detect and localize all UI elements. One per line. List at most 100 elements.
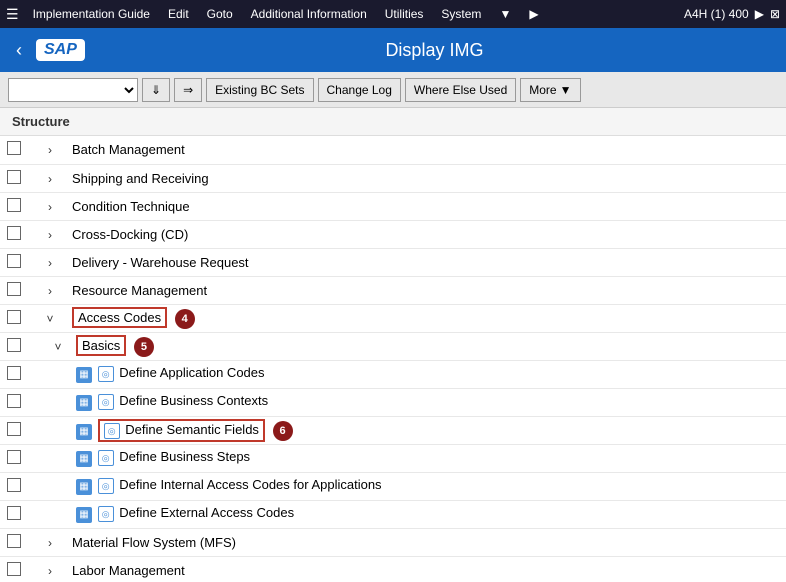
- row-checkbox[interactable]: [7, 506, 21, 520]
- table-row: › Cross-Docking (CD): [0, 220, 786, 248]
- expand-icon[interactable]: ›: [48, 143, 52, 157]
- expand-icon[interactable]: ›: [48, 172, 52, 186]
- config-icon[interactable]: ◎: [98, 394, 114, 410]
- row-checkbox[interactable]: [7, 170, 21, 184]
- menu-item-additional-info[interactable]: Additional Information: [243, 5, 375, 23]
- expand-icon[interactable]: ›: [48, 200, 52, 214]
- existing-bc-sets-button[interactable]: Existing BC Sets: [206, 78, 313, 102]
- row-checkbox[interactable]: [7, 394, 21, 408]
- existing-bc-sets-label: Existing BC Sets: [215, 83, 304, 97]
- activity-icon[interactable]: ▦: [76, 395, 92, 411]
- activity-icon[interactable]: ▦: [76, 507, 92, 523]
- semantic-fields-highlighted[interactable]: ◎ Define Semantic Fields: [98, 419, 265, 442]
- row-label: Define Business Contexts: [119, 393, 268, 408]
- expand-icon[interactable]: ›: [48, 564, 52, 578]
- where-else-used-label: Where Else Used: [414, 83, 507, 97]
- row-checkbox[interactable]: [7, 366, 21, 380]
- table-row: › Material Flow System (MFS): [0, 528, 786, 556]
- menu-item-edit[interactable]: Edit: [160, 5, 197, 23]
- table-row: ▦ ◎ Define Business Steps: [0, 444, 786, 472]
- row-label: Material Flow System (MFS): [72, 535, 236, 550]
- table-row: ˅ Basics 5: [0, 332, 786, 360]
- row-label: Define External Access Codes: [119, 505, 294, 520]
- table-row: ▦ ◎ Define External Access Codes: [0, 500, 786, 528]
- row-checkbox[interactable]: [7, 198, 21, 212]
- structure-header: Structure: [0, 108, 786, 136]
- row-checkbox[interactable]: [7, 450, 21, 464]
- badge-6: 6: [273, 421, 293, 441]
- right-arrows-button[interactable]: ⇒: [174, 78, 202, 102]
- row-checkbox[interactable]: [7, 310, 21, 324]
- row-label: Define Internal Access Codes for Applica…: [119, 477, 381, 492]
- expand-icon[interactable]: ›: [48, 228, 52, 242]
- row-checkbox[interactable]: [7, 254, 21, 268]
- menu-item-arrow-right[interactable]: ▶: [521, 5, 546, 23]
- change-log-button[interactable]: Change Log: [318, 78, 401, 102]
- badge-4: 4: [175, 309, 195, 329]
- row-label: Basics: [82, 338, 120, 353]
- row-checkbox[interactable]: [7, 422, 21, 436]
- row-label: Define Application Codes: [119, 365, 264, 380]
- activity-icon[interactable]: ▦: [76, 367, 92, 383]
- content-area: Structure › Batch Management › Shipping …: [0, 108, 786, 582]
- menu-item-implementation-guide[interactable]: Implementation Guide: [25, 5, 158, 23]
- table-row: › Resource Management: [0, 276, 786, 304]
- row-label: Delivery - Warehouse Request: [72, 255, 249, 270]
- table-row: › Shipping and Receiving: [0, 164, 786, 192]
- page-title: Display IMG: [95, 40, 774, 61]
- table-row: ▦ ◎ Define Application Codes: [0, 360, 786, 388]
- config-icon[interactable]: ◎: [98, 450, 114, 466]
- more-button[interactable]: More ▼: [520, 78, 580, 102]
- close-icon[interactable]: ⊠: [770, 7, 780, 21]
- table-row: ▦ ◎ Define Business Contexts: [0, 388, 786, 416]
- row-label: Resource Management: [72, 283, 207, 298]
- activity-icon[interactable]: ▦: [76, 479, 92, 495]
- expand-icon[interactable]: ›: [48, 284, 52, 298]
- row-checkbox[interactable]: [7, 141, 21, 155]
- back-button[interactable]: ‹: [12, 40, 26, 61]
- activity-icon[interactable]: ▦: [76, 451, 92, 467]
- menu-item-system[interactable]: System: [433, 5, 489, 23]
- expand-icon[interactable]: ˅: [54, 340, 61, 354]
- basics-highlighted[interactable]: Basics: [76, 335, 126, 356]
- right-arrows-icon: ⇒: [183, 83, 193, 97]
- filter-select[interactable]: [8, 78, 138, 102]
- where-else-used-button[interactable]: Where Else Used: [405, 78, 516, 102]
- expand-icon[interactable]: ▶: [755, 7, 764, 21]
- row-checkbox[interactable]: [7, 226, 21, 240]
- menu-item-goto[interactable]: Goto: [199, 5, 241, 23]
- access-codes-highlighted[interactable]: Access Codes: [72, 307, 167, 328]
- row-label: Condition Technique: [72, 199, 190, 214]
- down-arrows-button[interactable]: ⇓: [142, 78, 170, 102]
- expand-icon[interactable]: ˅: [46, 312, 53, 326]
- row-checkbox[interactable]: [7, 478, 21, 492]
- activity-icon[interactable]: ▦: [76, 424, 92, 440]
- row-checkbox[interactable]: [7, 282, 21, 296]
- row-label: Access Codes: [78, 310, 161, 325]
- down-arrows-icon: ⇓: [151, 83, 161, 97]
- expand-icon[interactable]: ›: [48, 256, 52, 270]
- row-checkbox[interactable]: [7, 534, 21, 548]
- badge-5: 5: [134, 337, 154, 357]
- row-label: Cross-Docking (CD): [72, 227, 188, 242]
- row-checkbox[interactable]: [7, 338, 21, 352]
- tree-table: › Batch Management › Shipping and Receiv…: [0, 136, 786, 582]
- change-log-label: Change Log: [327, 83, 392, 97]
- menu-item-arrow-down[interactable]: ▼: [491, 5, 519, 23]
- menu-item-utilities[interactable]: Utilities: [377, 5, 432, 23]
- config-icon[interactable]: ◎: [104, 423, 120, 439]
- table-row: › Batch Management: [0, 136, 786, 164]
- table-row: ▦ ◎ Define Internal Access Codes for App…: [0, 472, 786, 500]
- header-bar: ‹ SAP Display IMG: [0, 28, 786, 72]
- expand-icon[interactable]: ›: [48, 536, 52, 550]
- sap-logo: SAP: [36, 39, 85, 61]
- config-icon[interactable]: ◎: [98, 366, 114, 382]
- more-chevron-icon: ▼: [560, 83, 572, 97]
- row-label: Labor Management: [72, 563, 185, 578]
- config-icon[interactable]: ◎: [98, 478, 114, 494]
- row-checkbox[interactable]: [7, 562, 21, 576]
- config-icon[interactable]: ◎: [98, 506, 114, 522]
- menu-bar: ☰ Implementation Guide Edit Goto Additio…: [0, 0, 786, 28]
- hamburger-icon[interactable]: ☰: [6, 6, 19, 23]
- row-label: Define Semantic Fields: [125, 422, 259, 437]
